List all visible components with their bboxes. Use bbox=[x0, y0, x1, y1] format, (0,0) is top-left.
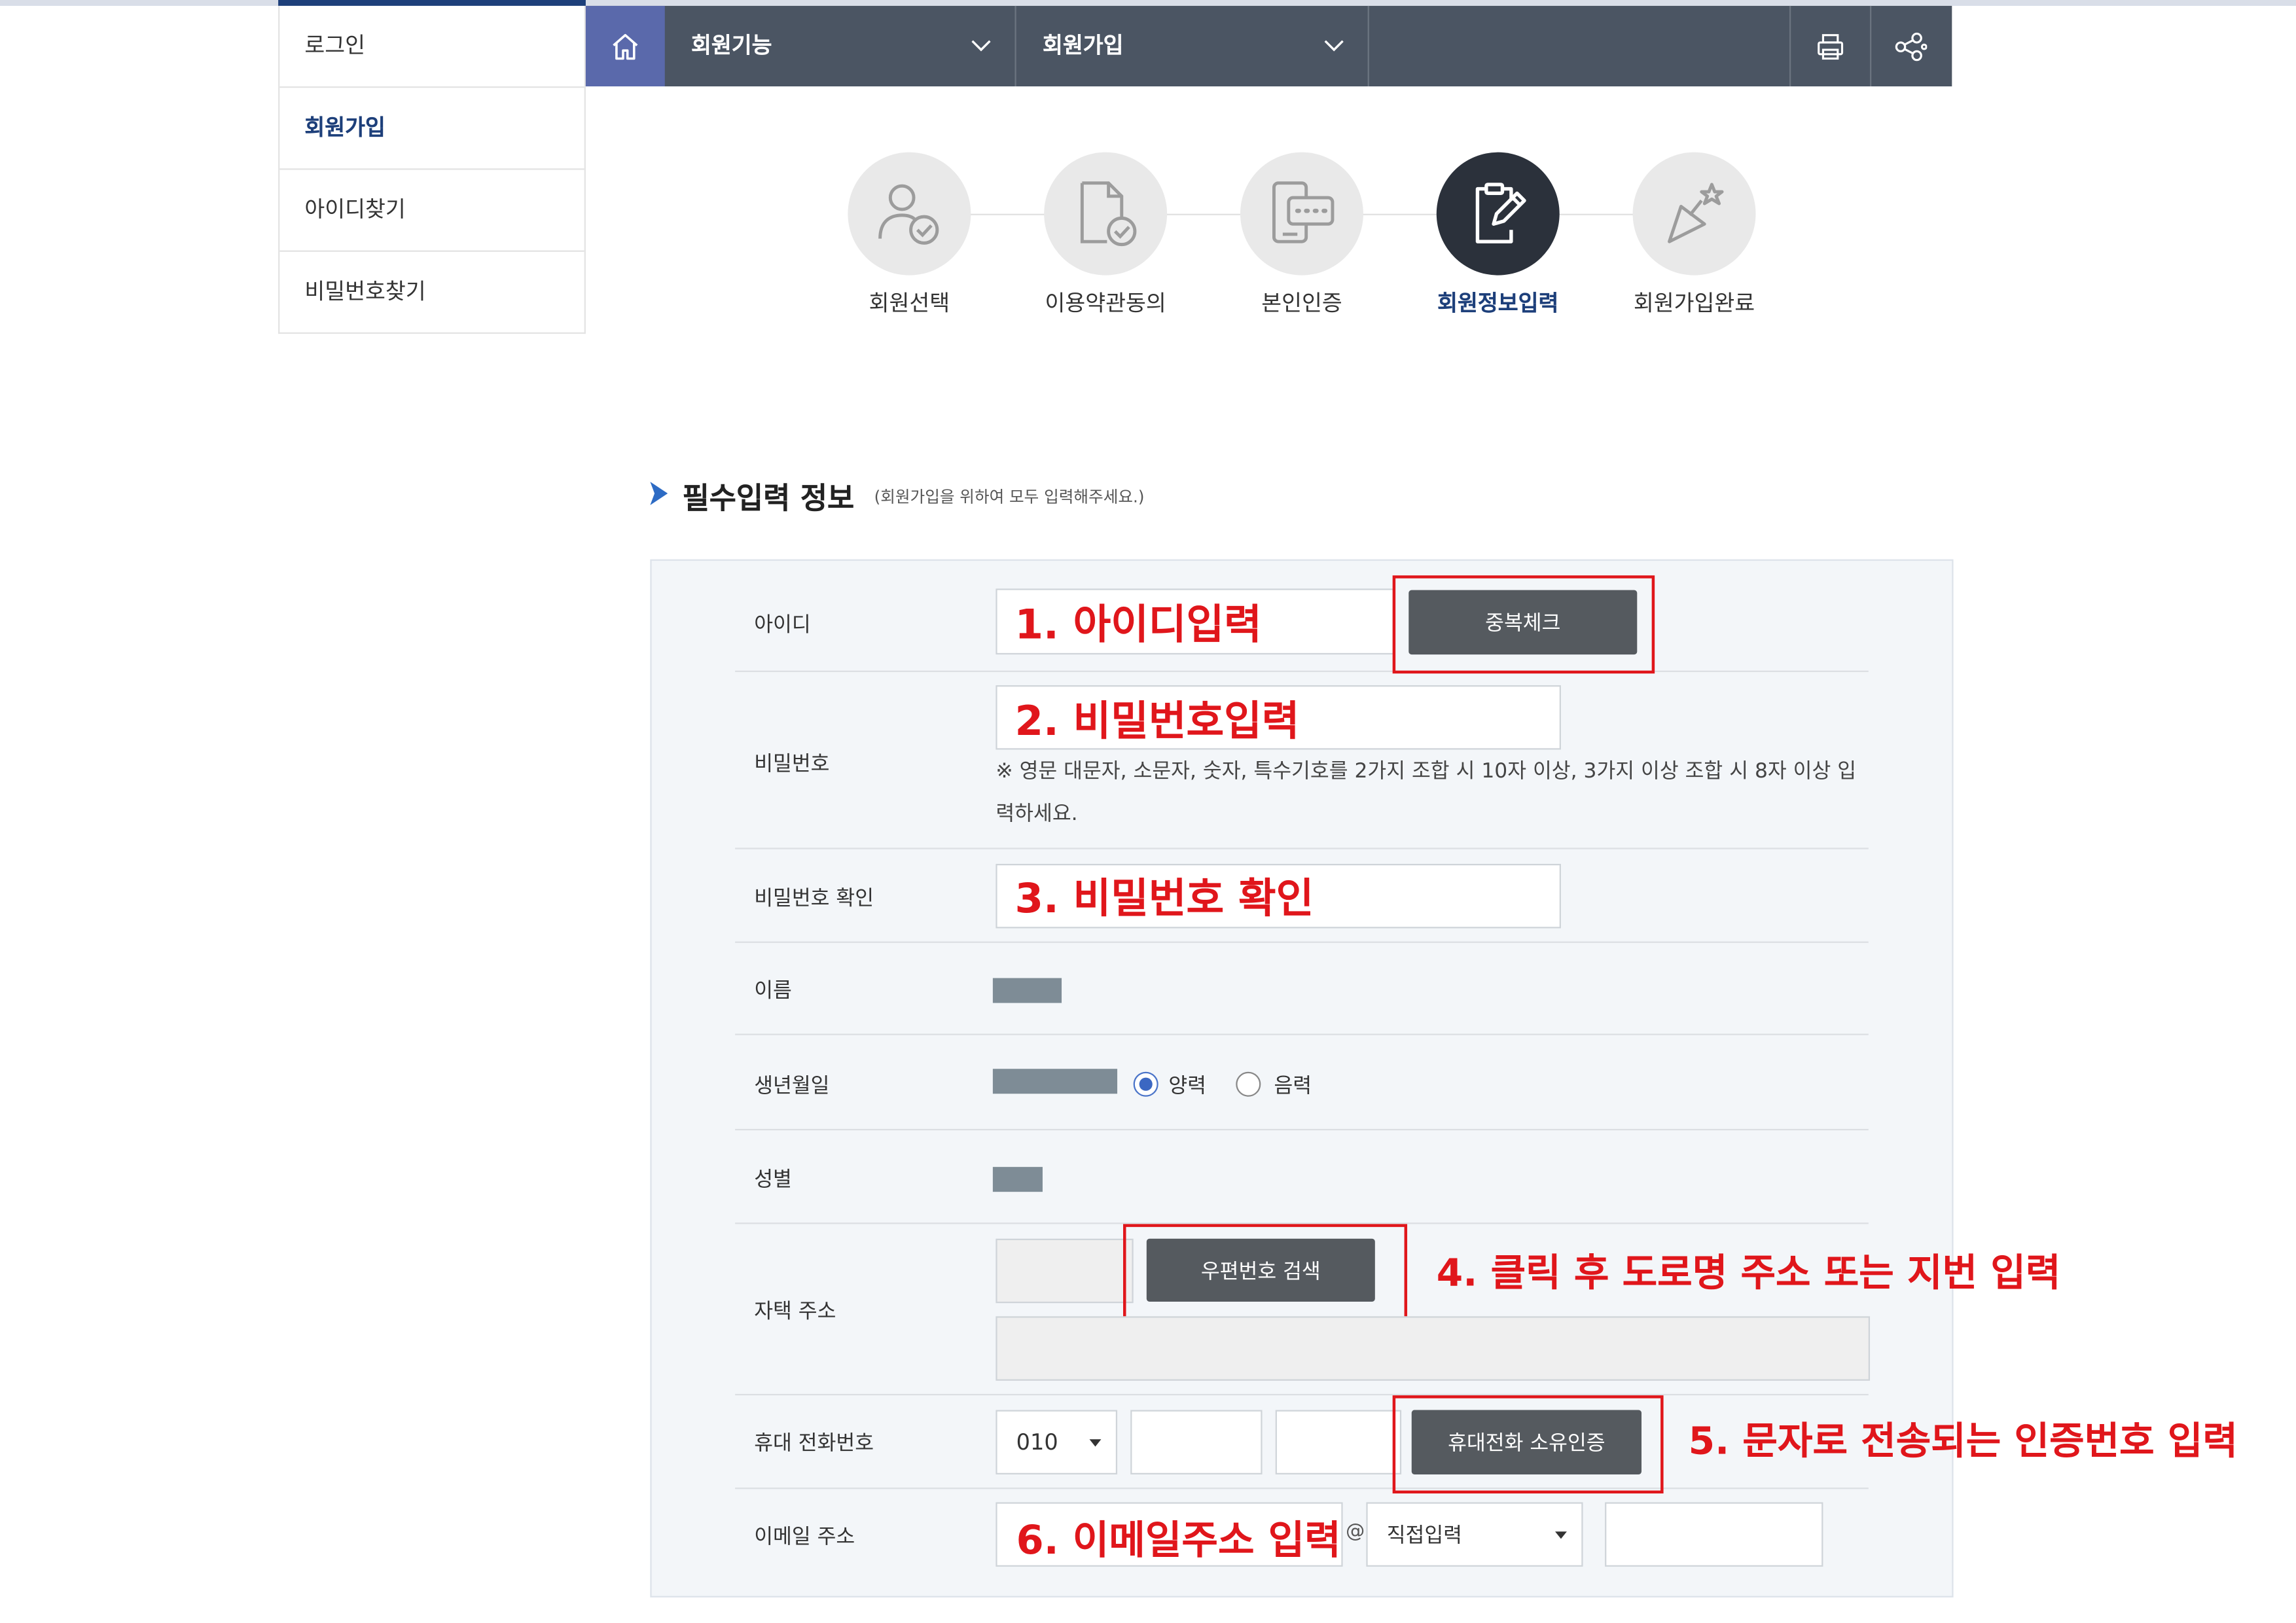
chevron-down-icon bbox=[1324, 40, 1344, 52]
lunar-radio[interactable] bbox=[1236, 1071, 1261, 1097]
top-nav-bar: 회원기능 회원가입 bbox=[585, 5, 1952, 87]
sidebar-item-find-id[interactable]: 아이디찾기 bbox=[279, 170, 584, 252]
id-label: 아이디 bbox=[754, 613, 811, 637]
password-hint: ※ 영문 대문자, 소문자, 숫자, 특수기호를 2가지 조합 시 10자 이상… bbox=[996, 760, 1857, 826]
email-domain-input[interactable] bbox=[1605, 1502, 1823, 1567]
row-divider bbox=[735, 1033, 1869, 1035]
birth-label: 생년월일 bbox=[754, 1075, 830, 1098]
section-title: 필수입력 정보 bbox=[682, 480, 855, 516]
phone-middle-input[interactable] bbox=[1130, 1410, 1263, 1474]
row-divider bbox=[735, 1128, 1869, 1131]
zipcode-input[interactable] bbox=[996, 1238, 1134, 1304]
step-1-label: 회원선택 bbox=[869, 289, 950, 317]
solar-radio[interactable] bbox=[1133, 1071, 1158, 1097]
address-label: 자택 주소 bbox=[754, 1300, 836, 1324]
name-value-masked bbox=[992, 978, 1062, 1003]
solar-label: 양력 bbox=[1168, 1075, 1207, 1098]
email-label: 이메일 주소 bbox=[754, 1525, 855, 1550]
document-check-icon bbox=[1080, 181, 1137, 247]
phone-prefix-value: 010 bbox=[1016, 1429, 1058, 1455]
user-check-icon bbox=[878, 184, 939, 245]
phone-prefix-select[interactable]: 010 bbox=[996, 1410, 1118, 1474]
caret-down-icon bbox=[1555, 1531, 1567, 1539]
sidebar-item-signup[interactable]: 회원가입 bbox=[279, 88, 584, 170]
home-icon bbox=[613, 33, 638, 60]
top-strip-accent bbox=[278, 0, 586, 6]
row-divider bbox=[735, 670, 1869, 672]
chevron-down-icon bbox=[971, 40, 991, 52]
annotation-4: 4. 클릭 후 도로명 주소 또는 지번 입력 bbox=[1436, 1251, 2061, 1296]
zipcode-search-button[interactable]: 우편번호 검색 bbox=[1146, 1238, 1375, 1302]
row-divider bbox=[735, 941, 1869, 943]
caret-down-icon bbox=[1089, 1439, 1102, 1447]
gender-label: 성별 bbox=[754, 1168, 792, 1192]
annotation-2: 2. 비밀번호입력 bbox=[1014, 696, 1300, 745]
step-3-label: 본인인증 bbox=[1261, 289, 1342, 317]
duplicate-check-button[interactable]: 중복체크 bbox=[1408, 590, 1638, 655]
name-label: 이름 bbox=[754, 979, 792, 1003]
step-5-label: 회원가입완료 bbox=[1633, 289, 1755, 317]
phone-auth-icon bbox=[1272, 181, 1335, 243]
step-4-circle-active bbox=[1436, 152, 1560, 276]
section-subtitle: (회원가입을 위하여 모두 입력해주세요.) bbox=[874, 488, 1145, 507]
step-3-circle bbox=[1240, 152, 1363, 276]
step-2-label: 이용약관동의 bbox=[1045, 289, 1166, 317]
phone-last-input[interactable] bbox=[1275, 1410, 1402, 1474]
row-divider bbox=[735, 1488, 1869, 1489]
sidebar-item-find-password[interactable]: 비밀번호찾기 bbox=[279, 252, 584, 332]
print-button[interactable] bbox=[1789, 5, 1870, 87]
share-button[interactable] bbox=[1870, 5, 1950, 87]
nav-dropdown-member-functions[interactable]: 회원기능 bbox=[665, 5, 1016, 87]
print-icon bbox=[1818, 33, 1844, 59]
annotation-5: 5. 문자로 전송되는 인증번호 입력 bbox=[1688, 1420, 2238, 1465]
sidebar-nav: 로그인 회원가입 아이디찾기 비밀번호찾기 bbox=[278, 5, 586, 334]
annotation-6: 6. 이메일주소 입력 bbox=[1016, 1518, 1341, 1564]
email-domain-select[interactable]: 직접입력 bbox=[1366, 1502, 1583, 1567]
party-popper-icon bbox=[1668, 183, 1724, 243]
gender-value-masked bbox=[992, 1167, 1043, 1192]
birth-value-masked bbox=[992, 1069, 1118, 1094]
step-4-label-active: 회원정보입력 bbox=[1437, 289, 1559, 317]
share-icon bbox=[1895, 31, 1928, 61]
phone-label: 휴대 전화번호 bbox=[754, 1432, 874, 1455]
clipboard-edit-icon bbox=[1475, 183, 1526, 243]
password-confirm-label: 비밀번호 확인 bbox=[754, 887, 874, 911]
phone-auth-button[interactable]: 휴대전화 소유인증 bbox=[1411, 1410, 1642, 1474]
section-arrow-icon bbox=[650, 482, 668, 505]
step-2-circle bbox=[1044, 152, 1168, 276]
nav-dropdown-signup[interactable]: 회원가입 bbox=[1016, 5, 1369, 87]
email-at-sign: @ bbox=[1346, 1521, 1365, 1544]
home-button[interactable] bbox=[585, 5, 665, 87]
step-5-circle bbox=[1632, 152, 1756, 276]
email-domain-value: 직접입력 bbox=[1386, 1524, 1463, 1548]
address-detail-input[interactable] bbox=[996, 1316, 1871, 1381]
nav-dropdown-label: 회원기능 bbox=[691, 32, 772, 59]
password-label: 비밀번호 bbox=[754, 752, 830, 776]
annotation-1: 1. 아이디입력 bbox=[1014, 600, 1262, 649]
row-divider bbox=[735, 847, 1869, 849]
step-1-circle bbox=[848, 152, 971, 276]
lunar-label: 음력 bbox=[1274, 1075, 1312, 1098]
annotation-3: 3. 비밀번호 확인 bbox=[1014, 874, 1314, 923]
nav-dropdown-label: 회원가입 bbox=[1042, 32, 1124, 59]
row-divider bbox=[735, 1393, 1869, 1396]
sidebar-item-login[interactable]: 로그인 bbox=[279, 6, 584, 88]
